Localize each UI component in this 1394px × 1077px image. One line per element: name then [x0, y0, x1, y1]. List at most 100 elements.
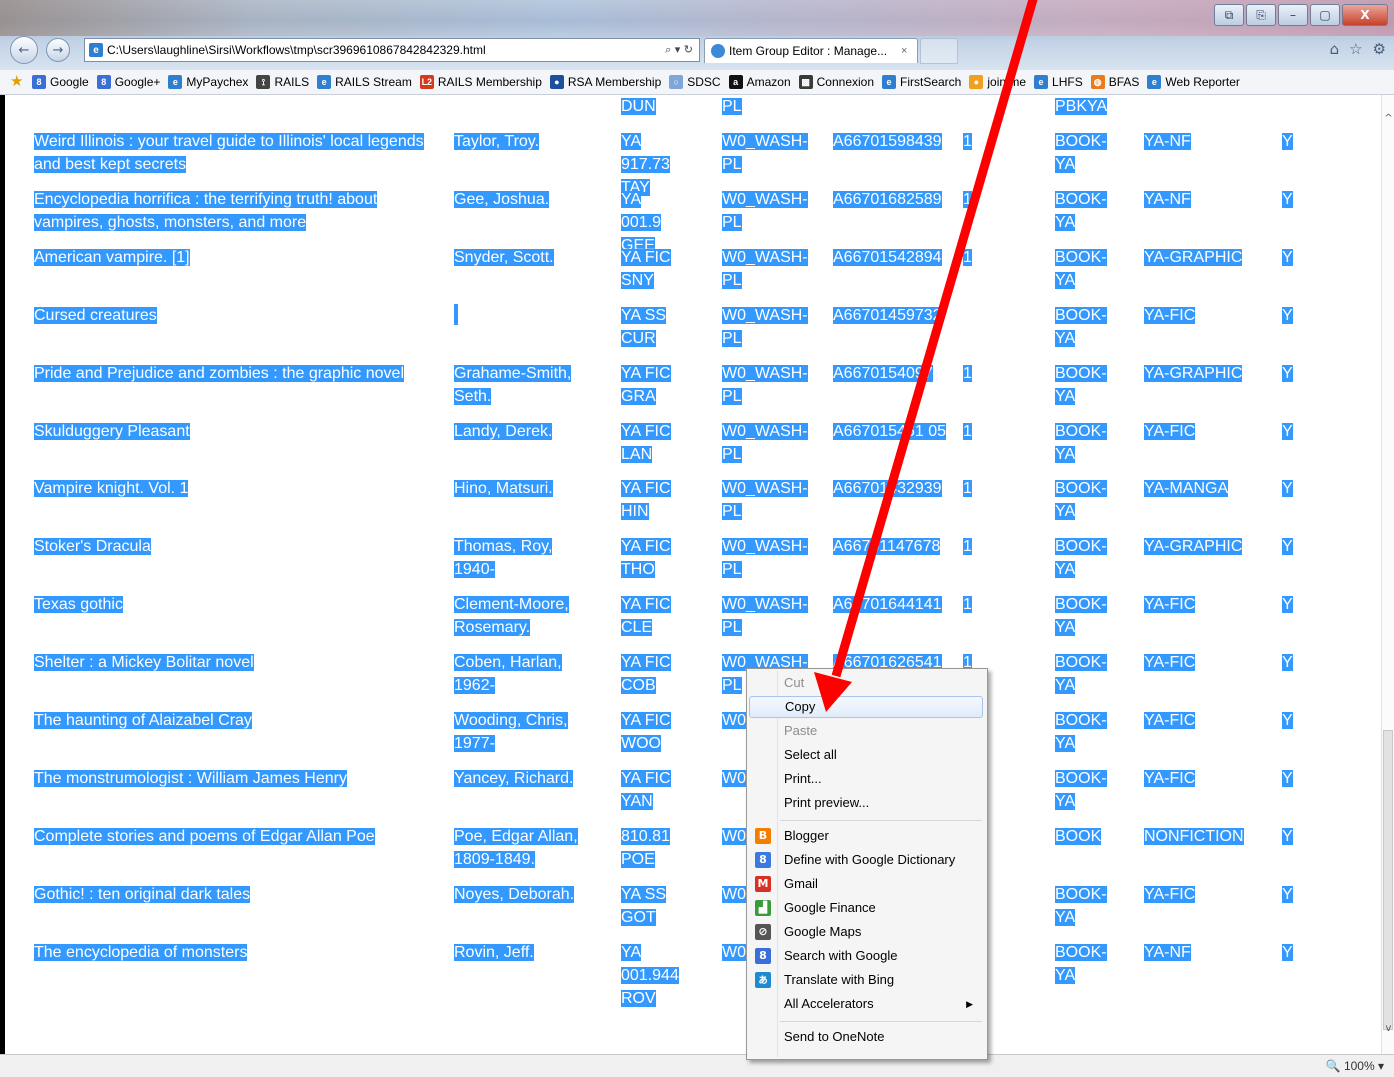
- cell-title-text: The encyclopedia of monsters: [34, 943, 248, 961]
- cell-library: W0_WASH-PL: [722, 477, 817, 523]
- favorite-link[interactable]: ⟟ RAILS: [256, 75, 309, 89]
- favorites-star-icon[interactable]: ☆: [1349, 40, 1362, 58]
- menu-item-translate-with-bing[interactable]: ぁ Translate with Bing: [749, 969, 983, 991]
- favorite-link[interactable]: ○ SDSC: [669, 75, 721, 89]
- cell-item-type-text: BOOK-YA: [1055, 943, 1107, 984]
- cell-item-type: BOOK-YA: [1055, 709, 1115, 755]
- menu-item-all-accelerators[interactable]: All Accelerators ▶: [749, 993, 983, 1015]
- cell-item-type: BOOK-YA: [1055, 593, 1115, 639]
- cell-author: Clement-Moore, Rosemary.: [454, 593, 594, 639]
- scrollbar-thumb[interactable]: [1383, 730, 1393, 1030]
- minimize-button[interactable]: –: [1278, 4, 1308, 26]
- favorite-icon: ●: [549, 75, 564, 89]
- favorite-link[interactable]: e RAILS Stream: [317, 75, 412, 89]
- menu-item-google-finance[interactable]: ▟ Google Finance: [749, 897, 983, 919]
- cell-location: YA-GRAPHIC: [1144, 535, 1264, 558]
- menu-item-define-with-google-dictionary[interactable]: 8 Define with Google Dictionary: [749, 849, 983, 871]
- tab-list-icon[interactable]: ⎘: [1246, 4, 1276, 26]
- favorite-link[interactable]: ▩ Connexion: [798, 75, 874, 89]
- cell-flag: Y: [1282, 941, 1298, 964]
- cell-library: W0_WASH-PL: [722, 130, 817, 176]
- cell-item-type-text: BOOK: [1055, 827, 1102, 845]
- cell-author-text: Landy, Derek.: [454, 422, 553, 440]
- cell-call-number: YA SS CUR: [621, 304, 683, 350]
- cell-flag: Y: [1282, 246, 1298, 269]
- favorite-icon: L2: [419, 75, 434, 89]
- favorite-link[interactable]: e FirstSearch: [882, 75, 961, 89]
- cell-author-text: Wooding, Chris, 1977-: [454, 712, 568, 752]
- restore-tab-icon[interactable]: ⧉: [1214, 4, 1244, 26]
- cell-author-text: Gee, Joshua.: [454, 190, 550, 208]
- favorite-link[interactable]: e LHFS: [1034, 75, 1083, 89]
- favorite-link[interactable]: 8 Google: [32, 75, 89, 89]
- favorite-icon: e: [168, 75, 183, 89]
- cell-author: Thomas, Roy, 1940-: [454, 535, 594, 581]
- zoom-level[interactable]: 🔍 100% ▾: [1326, 1059, 1384, 1073]
- maximize-button[interactable]: ▢: [1310, 4, 1340, 26]
- menu-item-google-maps[interactable]: ⊘ Google Maps: [749, 921, 983, 943]
- cell-call-number: YA FIC WOO: [621, 709, 683, 755]
- menu-item-blogger[interactable]: B Blogger: [749, 825, 983, 847]
- scroll-up-icon[interactable]: ^: [1382, 113, 1394, 127]
- menu-item-print[interactable]: Print...: [749, 768, 983, 790]
- cell-author-text: [454, 303, 458, 325]
- cell-location: YA-FIC: [1144, 420, 1264, 443]
- menu-item-copy[interactable]: Copy: [749, 696, 983, 718]
- favorite-link[interactable]: 8 Google+: [96, 75, 161, 89]
- favorite-link[interactable]: L2 RAILS Membership: [419, 75, 542, 89]
- cell-title: Weird Illinois : your travel guide to Il…: [34, 130, 439, 176]
- menu-item-select-all[interactable]: Select all: [749, 744, 983, 766]
- cell-copy-number-text: 1: [963, 422, 972, 440]
- cell-library-text: W0_WASH-PL: [722, 364, 808, 405]
- cell-title-text: Stoker's Dracula: [34, 538, 151, 556]
- favorites-add-star-icon[interactable]: ★: [10, 74, 26, 90]
- cell-flag: Y: [1282, 651, 1298, 674]
- menu-item-send-to-onenote[interactable]: Send to OneNote: [749, 1026, 983, 1048]
- favorite-icon: e: [317, 75, 332, 89]
- menu-item-print-preview[interactable]: Print preview...: [749, 792, 983, 814]
- address-url[interactable]: C:\Users\laughline\Sirsi\Workflows\tmp\s…: [107, 43, 633, 57]
- menu-separator: [780, 1021, 982, 1022]
- cell-title-text: Texas gothic: [34, 596, 123, 614]
- scroll-down-icon[interactable]: v: [1382, 1023, 1394, 1037]
- cell-flag: Y: [1282, 420, 1298, 443]
- cell-title-text: Vampire knight. Vol. 1: [34, 480, 189, 498]
- menu-item-search-with-google[interactable]: 8 Search with Google: [749, 945, 983, 967]
- favorite-link[interactable]: ● join.me: [969, 75, 1026, 89]
- menu-item-label: Print preview...: [784, 795, 870, 810]
- address-bar[interactable]: e C:\Users\laughline\Sirsi\Workflows\tmp…: [84, 38, 700, 62]
- cell-item-id-text: A6670154097: [833, 364, 933, 382]
- favorite-label: Google+: [114, 75, 161, 89]
- back-button[interactable]: ←: [10, 36, 38, 64]
- close-button[interactable]: X: [1342, 4, 1388, 26]
- cell-library: W0_WASH-PL: [722, 362, 817, 408]
- cell-call-number: YA 001.944 ROV: [621, 941, 683, 1010]
- tab-close-icon[interactable]: ×: [901, 45, 917, 57]
- forward-button[interactable]: →: [46, 38, 70, 62]
- home-icon[interactable]: ⌂: [1330, 40, 1340, 58]
- cell-call-number: YA FIC SNY: [621, 246, 683, 292]
- cell-title: The encyclopedia of monsters: [34, 941, 439, 964]
- cell-copy-number: 1: [963, 188, 973, 211]
- menu-item-gmail[interactable]: M Gmail: [749, 873, 983, 895]
- cell-item-type-text: BOOK-YA: [1055, 712, 1107, 752]
- cell-flag-text: Y: [1282, 885, 1293, 903]
- menu-separator: [780, 820, 982, 821]
- favorite-link[interactable]: ◍ BFAS: [1090, 75, 1139, 89]
- favorite-link[interactable]: ● RSA Membership: [549, 75, 661, 89]
- cell-item-type: BOOK-YA: [1055, 477, 1115, 523]
- favorite-link[interactable]: a Amazon: [728, 75, 791, 89]
- cell-item-id: A66701147678: [833, 535, 953, 558]
- new-tab-button[interactable]: [920, 38, 958, 64]
- favorite-link[interactable]: e Web Reporter: [1147, 75, 1240, 89]
- menu-item-label: Copy: [785, 699, 816, 714]
- cell-location: YA-FIC: [1144, 767, 1264, 790]
- favorite-link[interactable]: e MyPaychex: [168, 75, 248, 89]
- tools-gear-icon[interactable]: ⚙: [1373, 40, 1386, 58]
- cell-call-number-text: YA 001.9 GEE: [621, 190, 662, 254]
- cell-item-type-text: BOOK-YA: [1055, 538, 1107, 579]
- tab-item-group-editor[interactable]: Item Group Editor : Manage... ×: [704, 38, 918, 63]
- address-controls[interactable]: ⌕ ▾ ↻: [633, 43, 699, 57]
- cell-flag: Y: [1282, 304, 1298, 327]
- vertical-scrollbar[interactable]: ^ v: [1381, 95, 1394, 1054]
